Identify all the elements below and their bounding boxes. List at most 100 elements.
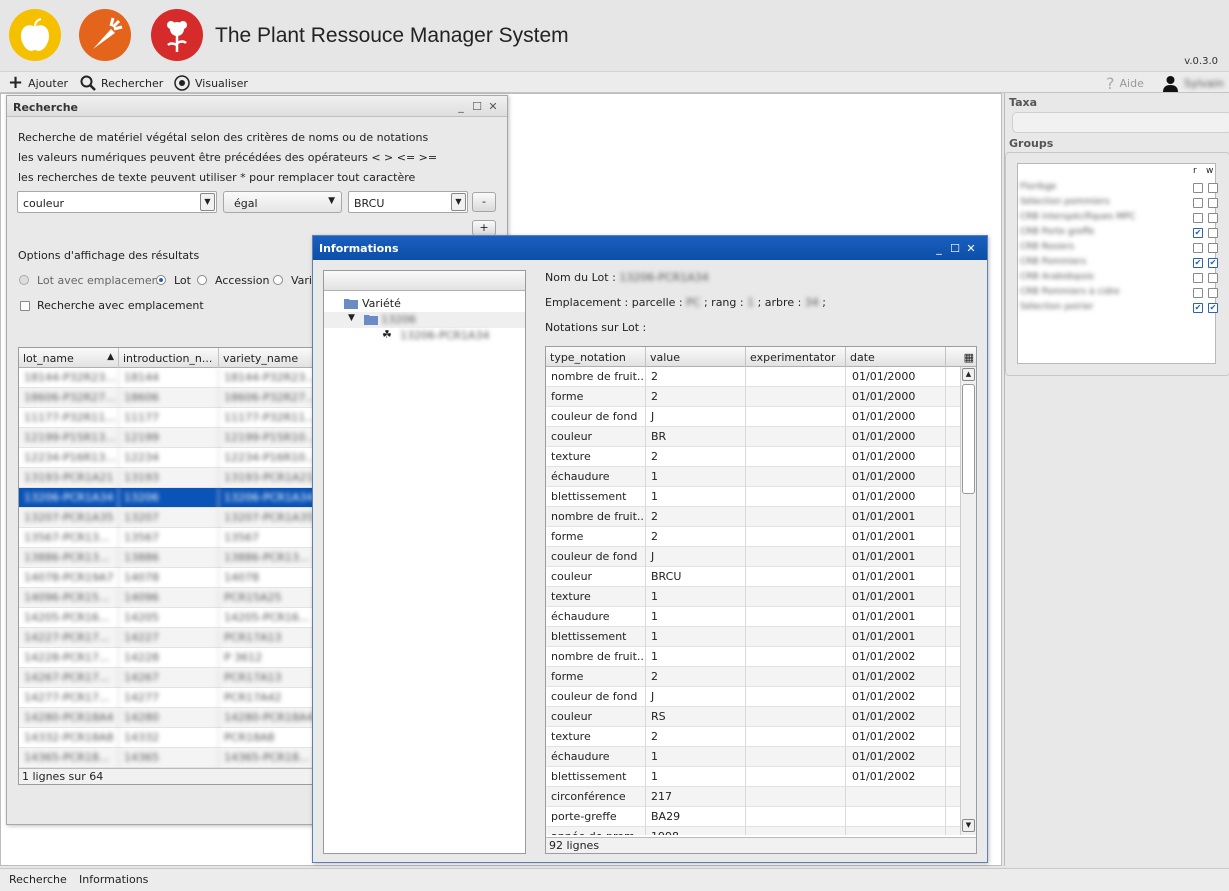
add-criterion-button[interactable]: + [472, 220, 496, 236]
table-row[interactable]: échaudure 1 01/01/2000 [546, 467, 960, 487]
group-read-checkbox[interactable]: ✔ [1193, 228, 1203, 238]
criterion-combobox[interactable]: couleur ▼ [17, 191, 217, 213]
table-row[interactable]: nombre de fruit... 1 01/01/2002 [546, 647, 960, 667]
scroll-up-icon[interactable]: ▲ [962, 368, 975, 381]
group-read-checkbox[interactable] [1193, 198, 1203, 208]
group-write-checkbox[interactable]: ✔ [1208, 303, 1218, 313]
group-read-checkbox[interactable] [1193, 288, 1203, 298]
group-read-checkbox[interactable] [1193, 243, 1203, 253]
tree-root-node[interactable]: Variété [344, 295, 401, 311]
group-write-checkbox[interactable] [1208, 273, 1218, 283]
maximize-icon[interactable]: ☐ [949, 242, 961, 255]
info-window-title[interactable]: Informations [313, 236, 987, 260]
info-window[interactable]: Informations _ ☐ ✕ Variété ▼ 13206 ☘ 132… [312, 235, 988, 863]
table-row[interactable]: couleur BRCU 01/01/2001 [546, 567, 960, 587]
add-button[interactable]: + Ajouter [8, 74, 68, 92]
user-button[interactable]: Sylvain [1162, 74, 1224, 92]
table-row[interactable]: 13207-PCR1A35 13207 13207-PCR1A35 [19, 508, 314, 528]
table-row[interactable]: forme 2 01/01/2000 [546, 387, 960, 407]
table-row[interactable]: nombre de fruit... 2 01/01/2001 [546, 507, 960, 527]
scroll-thumb[interactable] [962, 384, 975, 494]
group-write-checkbox[interactable] [1208, 228, 1218, 238]
table-row[interactable]: 14280-PCR18A4 14280 14280-PCR18A4 [19, 708, 314, 728]
table-row[interactable]: 11177-P32R11... 11177 11177-P32R11... [19, 408, 314, 428]
visualize-button[interactable]: Visualiser [174, 74, 248, 92]
close-icon[interactable]: ✕ [965, 242, 977, 255]
help-button[interactable]: ? Aide [1106, 74, 1144, 93]
table-row[interactable]: blettissement 1 01/01/2002 [546, 767, 960, 787]
operator-select[interactable]: égal ▼ [223, 191, 342, 213]
table-row[interactable]: texture 2 01/01/2000 [546, 447, 960, 467]
tree-child-row[interactable]: ▼ 13206 [324, 312, 525, 328]
table-row[interactable]: blettissement 1 01/01/2000 [546, 487, 960, 507]
chevron-down-icon[interactable]: ▼ [200, 193, 215, 211]
tree-expand-icon[interactable]: ▼ [348, 313, 355, 323]
table-row[interactable]: 14078-PCR19A7 14078 14078 [19, 568, 314, 588]
table-row[interactable]: 14365-PCR18... 14365 14365-PCR18... [19, 748, 314, 768]
table-row[interactable]: 14267-PCR17... 14267 PCR17A13 [19, 668, 314, 688]
table-row[interactable]: forme 2 01/01/2001 [546, 527, 960, 547]
radio-lot[interactable] [156, 275, 166, 285]
table-row[interactable]: 18606-P32R27... 18606 18606-P32R27... [19, 388, 314, 408]
tree-leaf-row[interactable]: ☘ 13206-PCR1A34 [324, 328, 525, 344]
taskbar-info-window[interactable]: Informations [79, 873, 148, 886]
table-row[interactable]: année de prem...1998 [546, 827, 960, 835]
table-row[interactable]: nombre de fruit... 2 01/01/2000 [546, 367, 960, 387]
radio-lot-location[interactable] [19, 275, 29, 285]
table-row[interactable]: 14277-PCR17... 14277 PCR17A42 [19, 688, 314, 708]
table-row[interactable]: 14332-PCR18A8 14332 PCR18A8 [19, 728, 314, 748]
table-row[interactable]: forme 2 01/01/2002 [546, 667, 960, 687]
scroll-down-icon[interactable]: ▼ [962, 819, 975, 832]
col-introduction-name[interactable]: introduction_n... [119, 348, 219, 368]
location-search-checkbox[interactable] [20, 301, 30, 311]
search-button[interactable]: Rechercher [80, 74, 163, 92]
table-row[interactable]: couleur de fond J 01/01/2002 [546, 687, 960, 707]
group-read-checkbox[interactable] [1193, 273, 1203, 283]
table-row[interactable]: 13886-PCR13... 13886 13886-PCR13... [19, 548, 314, 568]
table-row[interactable]: 13193-PCR1A21 13193 13193-PCR1A21 [19, 468, 314, 488]
chevron-down-icon[interactable]: ▼ [451, 193, 466, 211]
table-row[interactable]: échaudure 1 01/01/2002 [546, 747, 960, 767]
table-row[interactable]: 14228-PCR17... 14228 P 3612 [19, 648, 314, 668]
group-write-checkbox[interactable] [1208, 198, 1218, 208]
value-combobox[interactable]: BRCU ▼ [348, 191, 468, 213]
table-row[interactable]: couleur de fond J 01/01/2000 [546, 407, 960, 427]
col-variety-name[interactable]: variety_name [219, 348, 314, 368]
table-row[interactable]: couleur de fond J 01/01/2001 [546, 547, 960, 567]
group-read-checkbox[interactable] [1193, 213, 1203, 223]
group-read-checkbox[interactable] [1193, 183, 1203, 193]
table-row[interactable]: échaudure 1 01/01/2001 [546, 607, 960, 627]
maximize-icon[interactable]: ☐ [471, 100, 483, 113]
table-row[interactable]: 13567-PCR13... 13567 13567 [19, 528, 314, 548]
table-row[interactable]: blettissement 1 01/01/2001 [546, 627, 960, 647]
table-row[interactable]: 12199-P15R13... 12199 12199-P15R10... [19, 428, 314, 448]
table-row[interactable]: porte-greffe BA29 [546, 807, 960, 827]
minimize-icon[interactable]: _ [933, 242, 945, 255]
taxa-input[interactable] [1012, 112, 1229, 133]
table-row[interactable]: 18144-P32R23... 18144 18144-P32R23... [19, 368, 314, 388]
taskbar-search-window[interactable]: Recherche [9, 873, 67, 886]
table-row[interactable]: texture 2 01/01/2002 [546, 727, 960, 747]
table-row[interactable]: 12234-P16R13... 12234 12234-P16R10... [19, 448, 314, 468]
search-window-title[interactable]: Recherche [7, 96, 507, 117]
close-icon[interactable]: ✕ [487, 100, 499, 113]
table-row[interactable]: 14205-PCR16... 14205 14205-PCR16... [19, 608, 314, 628]
table-row[interactable]: couleur RS 01/01/2002 [546, 707, 960, 727]
group-write-checkbox[interactable]: ✔ [1208, 258, 1218, 268]
table-row[interactable]: couleur BR 01/01/2000 [546, 427, 960, 447]
group-write-checkbox[interactable] [1208, 213, 1218, 223]
group-read-checkbox[interactable]: ✔ [1193, 258, 1203, 268]
table-row[interactable]: circonférence 217 [546, 787, 960, 807]
table-row[interactable]: 14227-PCR17... 14227 PCR17A13 [19, 628, 314, 648]
group-write-checkbox[interactable] [1208, 243, 1218, 253]
radio-variety[interactable] [273, 275, 283, 285]
radio-accession[interactable] [197, 275, 207, 285]
group-write-checkbox[interactable] [1208, 183, 1218, 193]
group-read-checkbox[interactable]: ✔ [1193, 303, 1203, 313]
table-row[interactable]: 13206-PCR1A34 13206 13206-PCR1A34 [19, 488, 314, 508]
table-row[interactable]: 14096-PCR15... 14096 PCR15A25 [19, 588, 314, 608]
minimize-icon[interactable]: _ [455, 100, 467, 113]
remove-criterion-button[interactable]: - [472, 192, 496, 212]
group-write-checkbox[interactable] [1208, 288, 1218, 298]
notations-scrollbar[interactable]: ▲ ▼ [960, 367, 976, 835]
